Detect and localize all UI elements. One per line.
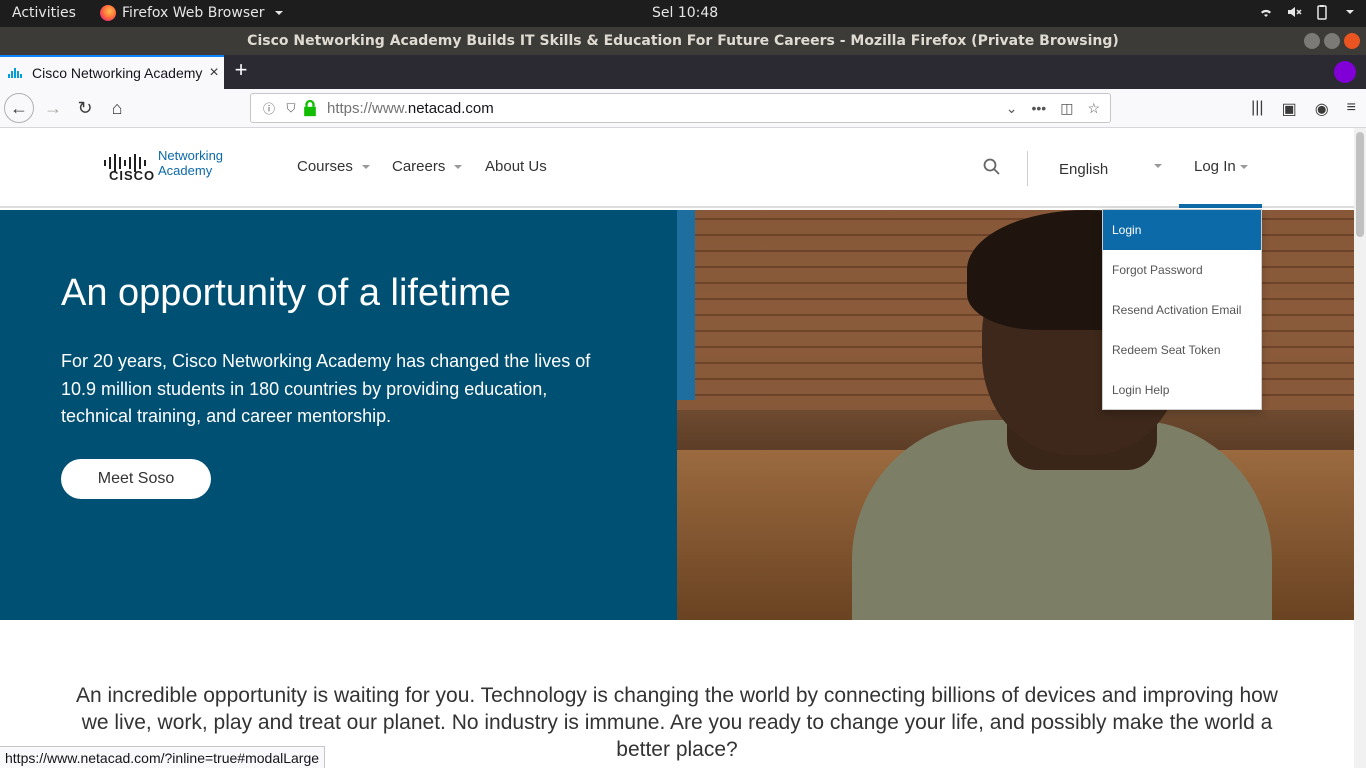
url-domain: netacad.com <box>407 99 494 117</box>
reload-button[interactable]: ↻ <box>70 93 100 123</box>
nav-courses-label: Courses <box>297 158 353 175</box>
logo-academy-text: Networking Academy <box>158 148 223 178</box>
volume-muted-icon <box>1288 7 1302 17</box>
maximize-button[interactable] <box>1324 33 1340 49</box>
bookmark-star-icon[interactable]: ☆ <box>1087 100 1100 117</box>
nav-about-us[interactable]: About Us <box>485 158 547 175</box>
close-window-button[interactable] <box>1344 33 1360 49</box>
cisco-favicon-icon <box>8 68 24 78</box>
cisco-netacad-logo[interactable]: CISCO Networking Academy <box>104 148 223 183</box>
nav-courses[interactable]: Courses <box>297 158 370 175</box>
hero-text-panel: An opportunity of a lifetime For 20 year… <box>0 210 677 620</box>
chevron-down-icon <box>1346 10 1354 14</box>
window-title: Cisco Networking Academy Builds IT Skill… <box>247 33 1119 49</box>
hamburger-menu-icon[interactable]: ≡ <box>1347 99 1356 119</box>
system-tray[interactable] <box>1258 4 1354 20</box>
lock-icon <box>304 99 316 117</box>
chevron-down-icon <box>361 164 370 169</box>
url-prefix: https://www. <box>327 99 408 117</box>
dropdown-item-redeem-seat-token[interactable]: Redeem Seat Token <box>1103 330 1261 370</box>
logo-word: CISCO <box>109 168 156 183</box>
app-menu[interactable]: Firefox Web Browser <box>100 5 283 21</box>
battery-icon <box>1317 5 1327 20</box>
url-bar[interactable]: ⓘ ⛉ https://www.netacad.com ⌄ ••• ◫ ☆ <box>250 93 1111 123</box>
close-tab-icon[interactable]: × <box>204 64 224 82</box>
chevron-down-icon <box>454 164 463 169</box>
dropdown-item-login-help[interactable]: Login Help <box>1103 370 1261 410</box>
window-titlebar[interactable]: Cisco Networking Academy Builds IT Skill… <box>0 27 1366 55</box>
nav-careers[interactable]: Careers <box>392 158 463 175</box>
web-page: CISCO Networking Academy Courses Careers… <box>0 128 1354 768</box>
login-active-indicator <box>1179 204 1262 208</box>
sidebar-icon[interactable]: ▣ <box>1282 99 1297 119</box>
language-select[interactable]: English <box>1059 161 1108 178</box>
login-menu[interactable]: Log In <box>1194 158 1248 175</box>
header-divider <box>1027 151 1028 186</box>
url-text[interactable]: https://www.netacad.com <box>327 100 1006 117</box>
tracking-shield-icon[interactable]: ⛉ <box>281 98 301 118</box>
dropdown-item-login[interactable]: Login <box>1103 210 1261 250</box>
site-header: CISCO Networking Academy Courses Careers… <box>0 128 1354 208</box>
logo-line1: Networking <box>158 148 224 163</box>
activities-button[interactable]: Activities <box>12 5 76 21</box>
tab-title: Cisco Networking Academy Builds IT Skill… <box>32 65 204 81</box>
app-menu-label: Firefox Web Browser <box>122 5 265 21</box>
account-icon[interactable]: ◉ <box>1315 99 1329 119</box>
navigation-toolbar: ← → ↻ ⌂ ⓘ ⛉ https://www.netacad.com ⌄ ••… <box>0 89 1366 128</box>
chevron-down-icon <box>1239 164 1248 169</box>
scrollbar-thumb[interactable] <box>1356 132 1364 237</box>
dropdown-item-resend-activation[interactable]: Resend Activation Email <box>1103 290 1261 330</box>
tab-netacad[interactable]: Cisco Networking Academy Builds IT Skill… <box>0 55 224 89</box>
meet-soso-button[interactable]: Meet Soso <box>61 459 211 499</box>
nav-about-label: About Us <box>485 158 547 175</box>
chevron-down-icon[interactable] <box>1154 164 1162 168</box>
library-icon[interactable]: ||| <box>1251 99 1263 119</box>
private-browsing-icon <box>1334 61 1356 83</box>
forward-button[interactable]: → <box>38 93 68 123</box>
info-icon[interactable]: ⓘ <box>259 98 279 118</box>
system-top-bar: Activities Firefox Web Browser Sel 10:48 <box>0 0 1366 27</box>
chevron-down-icon[interactable]: ⌄ <box>1006 100 1018 117</box>
search-icon[interactable] <box>983 158 1001 176</box>
pocket-icon[interactable]: ◫ <box>1060 100 1073 117</box>
home-button[interactable]: ⌂ <box>102 93 132 123</box>
logo-line2: Academy <box>158 163 213 178</box>
chevron-down-icon <box>274 11 283 15</box>
back-button[interactable]: ← <box>4 93 34 123</box>
hero-title: An opportunity of a lifetime <box>61 272 511 314</box>
login-dropdown: Login Forgot Password Resend Activation … <box>1102 209 1262 410</box>
dropdown-item-forgot-password[interactable]: Forgot Password <box>1103 250 1261 290</box>
login-label: Log In <box>1194 158 1236 175</box>
new-tab-button[interactable]: + <box>230 59 252 83</box>
tab-strip: Cisco Networking Academy Builds IT Skill… <box>0 55 1366 89</box>
photo-blue-patch <box>677 210 695 400</box>
link-status-bar: https://www.netacad.com/?inline=true#mod… <box>0 746 326 768</box>
firefox-icon <box>100 5 116 21</box>
window-controls <box>1304 33 1360 49</box>
hero-body: For 20 years, Cisco Networking Academy h… <box>61 351 591 426</box>
wifi-icon <box>1261 9 1271 17</box>
page-actions-icon[interactable]: ••• <box>1031 100 1046 117</box>
minimize-button[interactable] <box>1304 33 1320 49</box>
nav-careers-label: Careers <box>392 158 446 175</box>
clock[interactable]: Sel 10:48 <box>652 5 718 21</box>
